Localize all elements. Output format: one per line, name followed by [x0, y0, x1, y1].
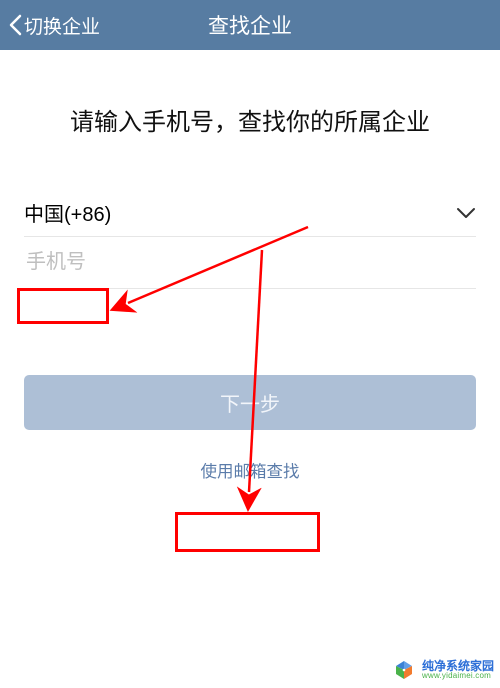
watermark-logo-icon — [392, 658, 416, 682]
back-label: 切换企业 — [24, 12, 100, 39]
back-button[interactable]: 切换企业 — [0, 12, 100, 39]
prompt-text: 请输入手机号，查找你的所属企业 — [24, 105, 476, 141]
chevron-down-icon — [456, 207, 476, 219]
phone-row — [24, 237, 476, 289]
country-selector[interactable]: 中国(+86) — [24, 189, 476, 237]
next-button-label: 下一步 — [220, 388, 280, 417]
use-email-link[interactable]: 使用邮箱查找 — [191, 452, 310, 488]
country-label: 中国(+86) — [24, 198, 111, 227]
next-button[interactable]: 下一步 — [24, 375, 476, 430]
chevron-left-icon — [8, 14, 22, 36]
phone-input[interactable] — [24, 247, 476, 278]
watermark-text: 纯净系统家园 www.yidaimei.com — [422, 660, 494, 681]
watermark-url: www.yidaimei.com — [422, 672, 494, 680]
main-container: 请输入手机号，查找你的所属企业 中国(+86) 下一步 使用邮箱查找 — [0, 105, 500, 488]
page-title: 查找企业 — [208, 10, 292, 40]
email-link-wrap: 使用邮箱查找 — [24, 452, 476, 488]
annotation-highlight-email — [175, 512, 320, 552]
header-bar: 切换企业 查找企业 — [0, 0, 500, 50]
watermark: 纯净系统家园 www.yidaimei.com — [392, 658, 494, 682]
